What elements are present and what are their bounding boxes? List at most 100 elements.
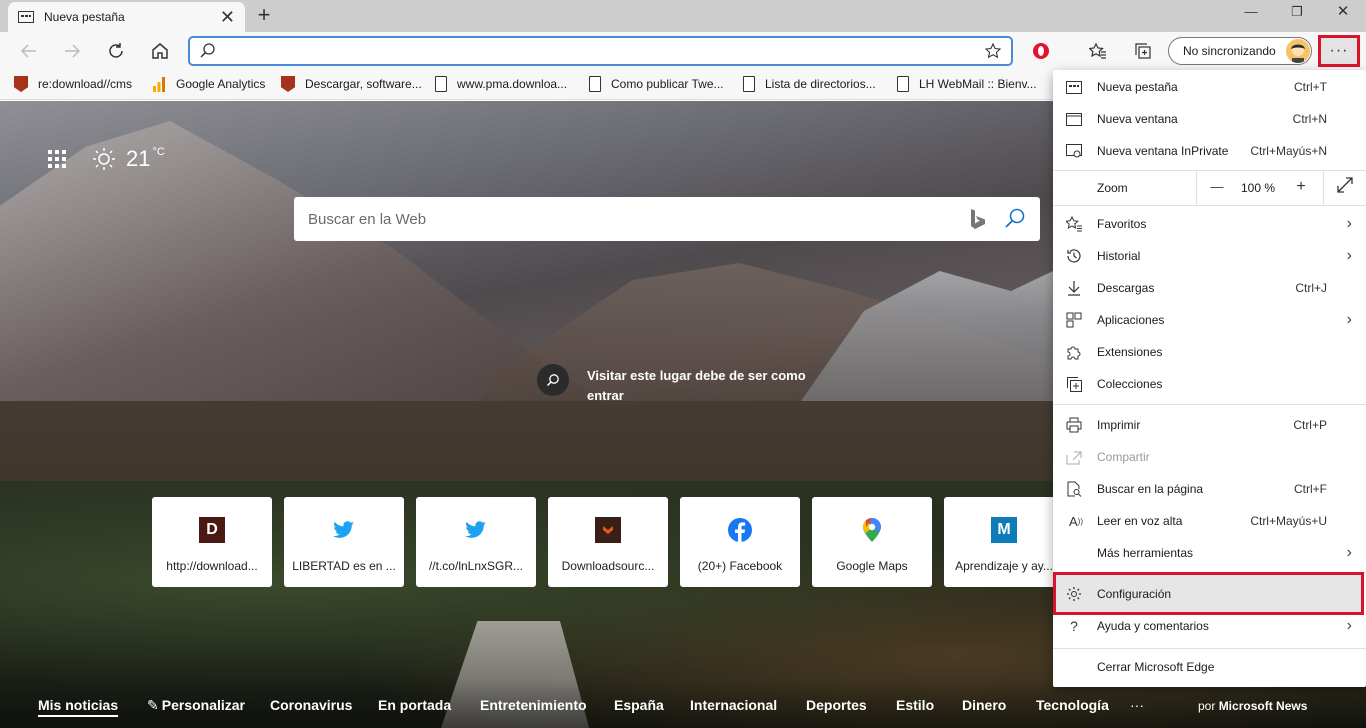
minimize-button[interactable]: — (1228, 0, 1274, 24)
news-tab-mis-noticias[interactable]: Mis noticias (38, 697, 119, 717)
new-tab-button[interactable]: + (253, 4, 275, 28)
toolbar: No sincronizando (0, 32, 1366, 70)
close-window-button[interactable]: ✕ (1320, 0, 1366, 24)
quick-link-tile[interactable]: (20+) Facebook (680, 497, 800, 587)
favorite-item[interactable]: LH WebMail :: Bienv... (897, 76, 1037, 92)
menu-item-collections[interactable]: Colecciones (1053, 368, 1366, 400)
search-icon[interactable] (1004, 208, 1026, 230)
d-letter-icon: D (199, 517, 225, 543)
maximize-button[interactable]: ❐ (1274, 0, 1320, 24)
apps-icon (1066, 312, 1082, 328)
page-icon (589, 76, 601, 92)
avatar (1286, 39, 1310, 63)
app-launcher-icon[interactable] (48, 150, 66, 168)
menu-item-new-window[interactable]: Nueva ventana Ctrl+N (1053, 103, 1366, 135)
facebook-icon (727, 517, 753, 543)
menu-item-extensions[interactable]: Extensiones (1053, 336, 1366, 368)
menu-item-apps[interactable]: Aplicaciones › (1053, 304, 1366, 336)
download-site-icon (281, 76, 295, 92)
news-tab-internacional[interactable]: Internacional (690, 697, 777, 713)
news-tab-estilo[interactable]: Estilo (896, 697, 934, 713)
menu-item-downloads[interactable]: Descargas Ctrl+J (1053, 272, 1366, 304)
favorite-item[interactable]: re:download//cms (14, 76, 132, 92)
web-search-placeholder: Buscar en la Web (308, 210, 427, 228)
menu-item-settings[interactable]: Configuración (1053, 578, 1366, 610)
web-search-box[interactable]: Buscar en la Web (294, 197, 1040, 241)
news-tab-dinero[interactable]: Dinero (962, 697, 1006, 713)
forward-arrow-icon (65, 44, 81, 58)
quick-link-tile[interactable]: Downloadsourc... (548, 497, 668, 587)
refresh-icon (109, 43, 123, 58)
news-tab-en-portada[interactable]: En portada (378, 697, 451, 713)
favorite-item[interactable]: Lista de directorios... (743, 76, 876, 92)
menu-item-history[interactable]: Historial › (1053, 240, 1366, 272)
quick-link-tile[interactable]: D http://download... (152, 497, 272, 587)
m-letter-icon: M (991, 517, 1017, 543)
window-icon (1066, 111, 1082, 127)
settings-and-more-button[interactable]: ··· (1318, 35, 1360, 67)
menu-item-read-aloud[interactable]: A)) Leer en voz alta Ctrl+Mayús+U (1053, 505, 1366, 537)
menu-item-share: Compartir (1053, 441, 1366, 473)
tab-new-tab[interactable]: Nueva pestaña ✕ (8, 2, 245, 32)
fullscreen-button[interactable] (1333, 177, 1357, 199)
weather-widget: 21 °C (48, 146, 165, 172)
page-icon (743, 76, 755, 92)
menu-item-find-on-page[interactable]: Buscar en la página Ctrl+F (1053, 473, 1366, 505)
menu-item-help-feedback[interactable]: ? Ayuda y comentarios › (1053, 610, 1366, 642)
chevron-right-icon: › (1346, 215, 1352, 232)
analytics-icon (153, 77, 165, 92)
address-bar[interactable] (188, 36, 1013, 66)
add-favorite-star-icon[interactable] (985, 43, 1001, 59)
zoom-out-button[interactable]: — (1205, 177, 1229, 199)
temperature[interactable]: 21 °C (126, 146, 165, 172)
image-info-link[interactable]: Visitar este lugar debe de ser como entr… (537, 364, 827, 406)
menu-item-new-tab[interactable]: Nueva pestaña Ctrl+T (1053, 71, 1366, 103)
favorite-item[interactable]: Google Analytics (152, 76, 265, 92)
chevron-right-icon: › (1346, 617, 1352, 634)
news-tab-tecnologia[interactable]: Tecnología (1036, 697, 1109, 713)
chevron-right-icon: › (1346, 247, 1352, 264)
menu-item-favorites[interactable]: Favoritos › (1053, 208, 1366, 240)
zoom-level: 100 % (1241, 181, 1276, 195)
tab-title: Nueva pestaña (44, 10, 125, 24)
tab-strip: Nueva pestaña ✕ + — ❐ ✕ (0, 0, 1366, 32)
news-tab-entretenimiento[interactable]: Entretenimiento (480, 697, 587, 713)
zoom-in-button[interactable]: + (1289, 177, 1313, 199)
menu-item-print[interactable]: Imprimir Ctrl+P (1053, 409, 1366, 441)
opera-extension-icon[interactable] (1031, 41, 1051, 61)
gear-icon (1066, 586, 1082, 602)
news-tab-deportes[interactable]: Deportes (806, 697, 867, 713)
favorites-star-icon[interactable] (1088, 41, 1108, 61)
twitter-icon (331, 517, 357, 543)
favorite-item[interactable]: Como publicar Twe... (589, 76, 724, 92)
news-tab-espana[interactable]: España (614, 697, 664, 713)
sun-icon (93, 148, 115, 170)
close-tab-icon[interactable]: ✕ (220, 8, 235, 26)
favorite-item[interactable]: Descargar, software... (281, 76, 422, 92)
menu-item-more-tools[interactable]: Más herramientas › (1053, 537, 1366, 569)
news-tab-personalizar[interactable]: ✎ Personalizar (147, 697, 245, 714)
quick-link-tile[interactable]: LIBERTAD es en ... (284, 497, 404, 587)
search-icon (537, 364, 569, 396)
quick-link-tile[interactable]: M Aprendizaje y ay... (944, 497, 1064, 587)
collections-icon[interactable] (1133, 41, 1153, 61)
quick-link-tile[interactable]: //t.co/lnLnxSGR... (416, 497, 536, 587)
newtab-page-icon (18, 11, 34, 23)
menu-item-new-inprivate-window[interactable]: Nueva ventana InPrivate Ctrl+Mayús+N (1053, 135, 1366, 167)
forward-button[interactable] (57, 36, 87, 66)
quick-link-tile[interactable]: Google Maps (812, 497, 932, 587)
home-button[interactable] (145, 36, 175, 66)
refresh-button[interactable] (101, 36, 131, 66)
profile-button[interactable]: No sincronizando (1168, 37, 1312, 65)
favorite-item[interactable]: www.pma.downloa... (435, 76, 567, 92)
news-tab-coronavirus[interactable]: Coronavirus (270, 697, 352, 713)
printer-icon (1066, 417, 1082, 433)
maps-pin-icon (859, 517, 885, 543)
back-button[interactable] (14, 36, 44, 66)
bing-icon[interactable] (970, 208, 986, 230)
menu-item-close-edge[interactable]: Cerrar Microsoft Edge (1053, 651, 1366, 683)
news-attribution: por Microsoft News (1198, 699, 1308, 713)
temperature-unit: °C (152, 146, 165, 158)
new-tab-icon (1066, 79, 1082, 95)
news-more-button[interactable]: ··· (1130, 697, 1144, 713)
